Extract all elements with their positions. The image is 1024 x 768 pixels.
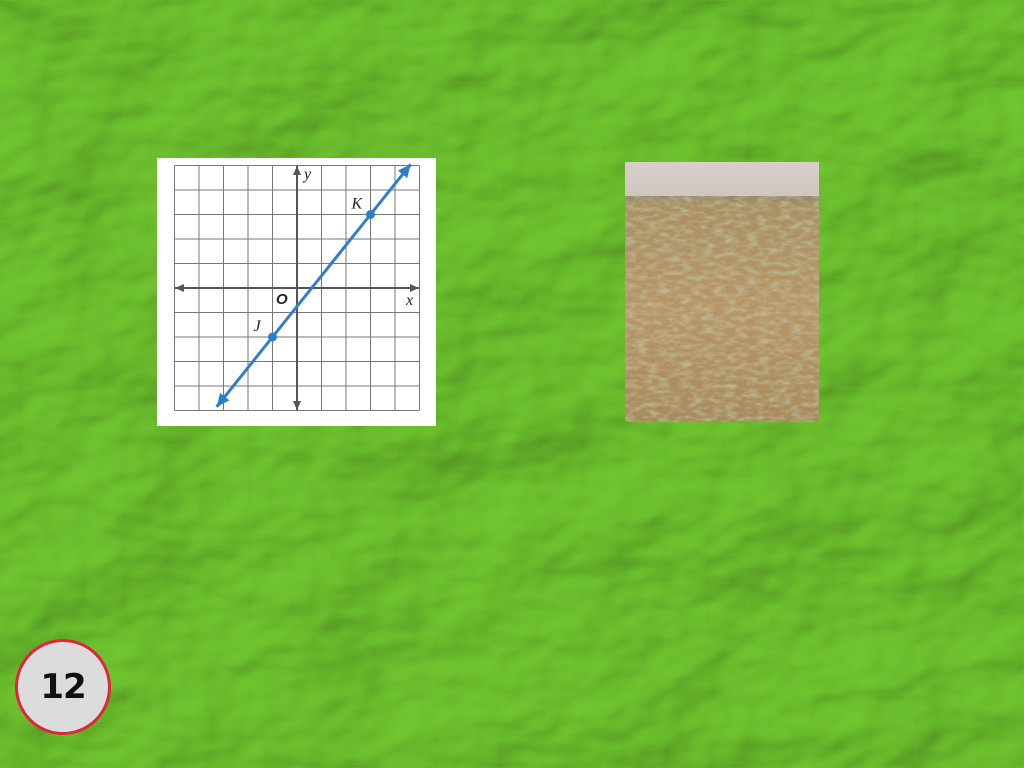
point-k (366, 210, 375, 219)
slide-number-badge: 12 (15, 639, 111, 735)
y-axis-label: y (302, 166, 312, 183)
grassland-photo (625, 162, 819, 422)
origin-label: O (276, 291, 288, 308)
point-label-j: J (254, 318, 262, 335)
point-label-k: K (351, 196, 364, 213)
slide: y x O JK 12 (0, 0, 1024, 768)
x-axis-label: x (405, 292, 413, 309)
point-j (268, 332, 277, 342)
coordinate-graph: y x O JK (157, 158, 436, 426)
slide-number: 12 (40, 667, 86, 707)
crumpled-paper-background (0, 0, 1024, 768)
line-plot: JK (215, 163, 412, 408)
line-jk (215, 163, 412, 408)
graph-axes (175, 166, 419, 410)
